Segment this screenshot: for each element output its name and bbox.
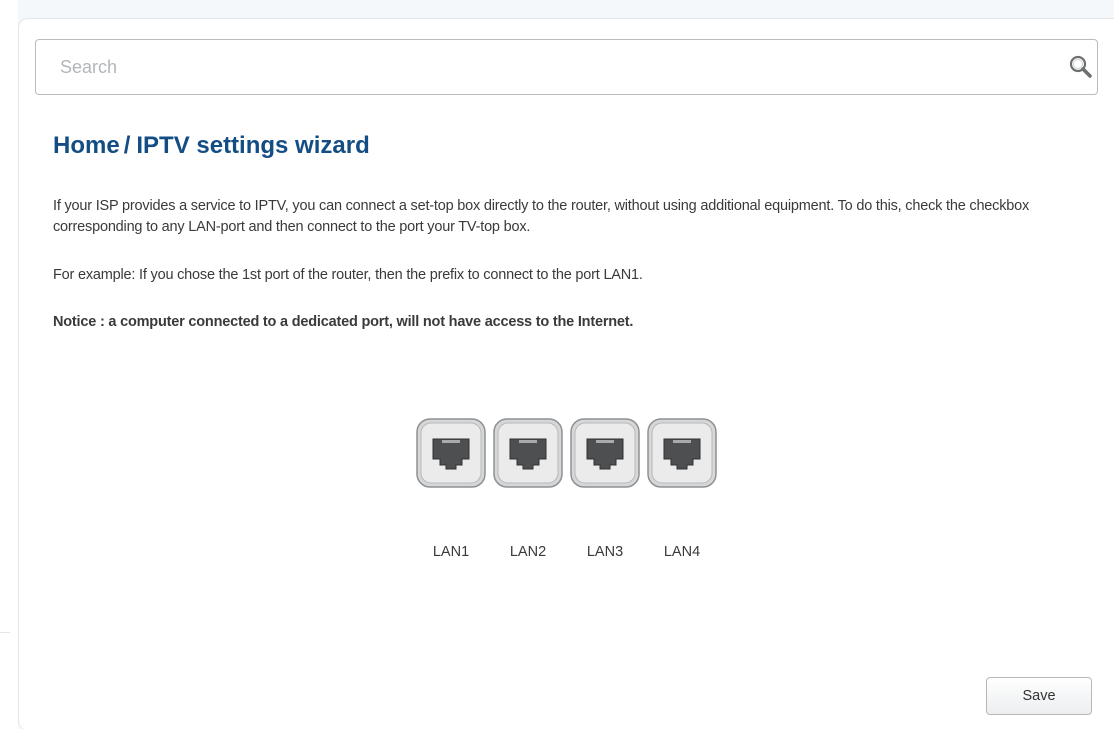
notice-text: Notice : a computer connected to a dedic… [53, 314, 634, 330]
lan2-port-toggle[interactable] [493, 418, 563, 488]
breadcrumb-home[interactable]: Home [53, 132, 120, 159]
lan3-label: LAN3 [586, 544, 624, 560]
breadcrumb-separator: / [123, 132, 131, 159]
search-box [35, 39, 1098, 95]
lan-ports [416, 418, 726, 490]
divider [0, 632, 10, 633]
lan-port-labels: LAN1 LAN2 LAN3 LAN4 [416, 544, 726, 564]
left-edge [0, 0, 18, 729]
description-paragraph: If your ISP provides a service to IPTV, … [53, 198, 1030, 235]
content-panel [18, 18, 1114, 730]
lan1-port-toggle[interactable] [416, 418, 486, 488]
search-icon[interactable] [1068, 54, 1094, 80]
breadcrumb-current: IPTV settings wizard [136, 132, 370, 159]
lan4-label: LAN4 [663, 544, 701, 560]
lan3-port-toggle[interactable] [570, 418, 640, 488]
lan2-label: LAN2 [509, 544, 547, 560]
save-button[interactable]: Save [986, 677, 1092, 715]
lan4-port-toggle[interactable] [647, 418, 717, 488]
lan1-label: LAN1 [432, 544, 470, 560]
search-input[interactable] [48, 40, 1032, 94]
example-paragraph: For example: If you chose the 1st port o… [53, 267, 643, 283]
page-title: Home / IPTV settings wizard [53, 132, 370, 160]
